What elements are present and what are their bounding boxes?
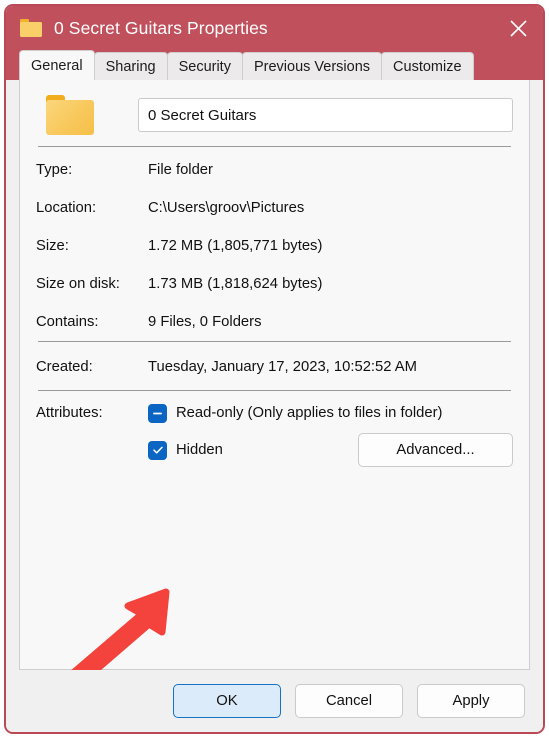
dialog-footer: OK Cancel Apply xyxy=(6,670,543,732)
advanced-button[interactable]: Advanced... xyxy=(358,433,513,467)
hidden-checkbox[interactable] xyxy=(148,440,167,460)
properties-dialog-window: 0 Secret Guitars Properties General Shar… xyxy=(4,4,545,734)
attributes-block: Attributes: Read-only (Only applies to f… xyxy=(36,391,513,469)
info-row-contains: Contains: 9 Files, 0 Folders xyxy=(36,303,513,341)
info-row-type: Type: File folder xyxy=(36,151,513,189)
info-row-created: Created: Tuesday, January 17, 2023, 10:5… xyxy=(36,344,513,390)
tab-sharing[interactable]: Sharing xyxy=(93,52,168,80)
general-tab-panel: 0 Secret Guitars Type: File folder Locat… xyxy=(19,80,530,708)
folder-icon xyxy=(20,19,42,37)
folder-icon-large xyxy=(46,95,94,135)
ok-button[interactable]: OK xyxy=(173,684,281,718)
read-only-label: Read-only (Only applies to files in fold… xyxy=(176,405,443,421)
tab-security[interactable]: Security xyxy=(166,52,243,80)
created-block: Created: Tuesday, January 17, 2023, 10:5… xyxy=(36,342,513,390)
attribute-row-read-only: Attributes: Read-only (Only applies to f… xyxy=(36,395,513,431)
info-label-location: Location: xyxy=(36,200,97,216)
window-title: 0 Secret Guitars Properties xyxy=(54,17,268,38)
tab-customize[interactable]: Customize xyxy=(381,52,474,80)
folder-name-input[interactable]: 0 Secret Guitars xyxy=(138,98,513,132)
read-only-checkbox[interactable] xyxy=(148,403,167,423)
info-value-type: File folder xyxy=(148,162,213,178)
close-icon[interactable] xyxy=(493,6,543,50)
info-value-location: C:\Users\groov\Pictures xyxy=(148,200,305,216)
info-block: Type: File folder Location: C:\Users\gro… xyxy=(36,147,513,341)
info-label-created: Created: xyxy=(36,359,93,375)
info-label-contains: Contains: xyxy=(36,314,99,330)
hidden-label: Hidden xyxy=(176,442,223,458)
info-label-type: Type: xyxy=(36,162,73,178)
info-value-size-on-disk: 1.73 MB (1,818,624 bytes) xyxy=(148,276,323,292)
attribute-row-hidden: Hidden Advanced... xyxy=(36,431,513,469)
info-label-size: Size: xyxy=(36,238,69,254)
info-row-size-on-disk: Size on disk: 1.73 MB (1,818,624 bytes) xyxy=(36,265,513,303)
tab-strip: General Sharing Security Previous Versio… xyxy=(6,50,543,80)
tab-general[interactable]: General xyxy=(19,50,95,80)
info-row-size: Size: 1.72 MB (1,805,771 bytes) xyxy=(36,227,513,265)
info-value-created: Tuesday, January 17, 2023, 10:52:52 AM xyxy=(148,359,417,375)
info-label-size-on-disk: Size on disk: xyxy=(36,276,120,292)
info-value-contains: 9 Files, 0 Folders xyxy=(148,314,262,330)
info-value-size: 1.72 MB (1,805,771 bytes) xyxy=(148,238,323,254)
tab-previous-versions[interactable]: Previous Versions xyxy=(241,52,383,80)
info-row-location: Location: C:\Users\groov\Pictures xyxy=(36,189,513,227)
attributes-label: Attributes: xyxy=(36,405,103,421)
apply-button[interactable]: Apply xyxy=(417,684,525,718)
cancel-button[interactable]: Cancel xyxy=(295,684,403,718)
title-bar: 0 Secret Guitars Properties xyxy=(6,6,543,50)
folder-name-row: 0 Secret Guitars xyxy=(36,80,513,146)
